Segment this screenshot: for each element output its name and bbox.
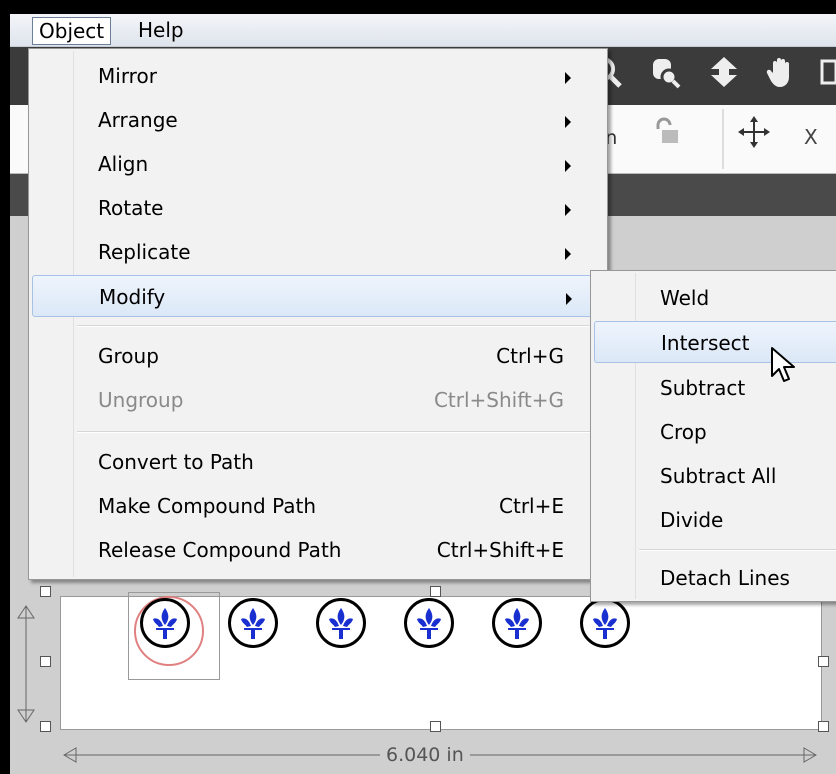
menu-item-arrange[interactable]: Arrange [32, 99, 602, 141]
menu-item-label: Align [98, 152, 149, 176]
submenu-arrow-icon [565, 204, 571, 216]
submenu-item-crop[interactable]: Crop [594, 411, 836, 453]
submenu-arrow-icon [565, 160, 571, 172]
menu-item-group[interactable]: Group Ctrl+G [32, 335, 602, 377]
submenu-item-weld[interactable]: Weld [594, 277, 836, 319]
submenu-item-detach-lines[interactable]: Detach Lines [594, 557, 836, 599]
move-arrows-icon[interactable] [734, 115, 774, 155]
menu-item-label: Mirror [98, 64, 157, 88]
resize-handle[interactable] [430, 586, 441, 597]
menu-item-label: Group [98, 344, 159, 368]
menu-shortcut: Ctrl+E [499, 494, 564, 518]
menu-item-replicate[interactable]: Replicate [32, 231, 602, 273]
submenu-arrow-icon [565, 248, 571, 260]
menu-item-align[interactable]: Align [32, 143, 602, 185]
resize-handle[interactable] [40, 721, 51, 732]
menu-item-label: Subtract All [660, 464, 777, 488]
menu-bar: Object Help [10, 14, 836, 47]
menu-item-modify[interactable]: Modify [32, 275, 602, 317]
menu-item-label: Divide [660, 508, 724, 532]
menu-item-label: Intersect [661, 331, 750, 355]
options-separator [722, 109, 724, 169]
menu-item-release-compound-path[interactable]: Release Compound Path Ctrl+Shift+E [32, 529, 602, 571]
menu-item-label: Subtract [660, 376, 746, 400]
submenu-item-subtract-all[interactable]: Subtract All [594, 455, 836, 497]
resize-handle[interactable] [430, 721, 441, 732]
menu-object[interactable]: Object [32, 17, 112, 45]
lock-icon[interactable] [650, 117, 684, 151]
menu-item-label: Release Compound Path [98, 538, 342, 562]
object-menu: Mirror Arrange Align Rotate Replicate Mo… [28, 48, 608, 580]
menu-item-label: Convert to Path [98, 450, 254, 474]
resize-handle[interactable] [818, 721, 829, 732]
menu-shortcut: Ctrl+Shift+E [436, 538, 564, 562]
application-window: Object Help in X 6.040 in Mirror Arrange… [10, 14, 836, 774]
menu-item-rotate[interactable]: Rotate [32, 187, 602, 229]
menu-shortcut: Ctrl+G [496, 344, 564, 368]
menu-item-label: Replicate [98, 240, 191, 264]
menu-separator [639, 549, 836, 551]
menu-item-ungroup[interactable]: Ungroup Ctrl+Shift+G [32, 379, 602, 421]
fleur-de-lis-icon[interactable] [316, 598, 366, 648]
menu-item-label: Arrange [98, 108, 178, 132]
fleur-de-lis-icon[interactable] [140, 598, 190, 648]
fleur-de-lis-icon[interactable] [404, 598, 454, 648]
menu-item-label: Weld [660, 286, 710, 310]
resize-handle[interactable] [40, 656, 51, 667]
submenu-arrow-icon [566, 293, 572, 305]
menu-item-label: Crop [660, 420, 707, 444]
mouse-pointer-icon [770, 346, 798, 386]
submenu-arrow-icon [565, 116, 571, 128]
menu-item-label: Detach Lines [660, 566, 790, 590]
width-dimension-label: 6.040 in [380, 744, 470, 766]
modify-submenu: Weld Intersect Subtract Crop Subtract Al… [590, 270, 836, 602]
resize-handle[interactable] [40, 586, 51, 597]
fleur-de-lis-icon[interactable] [580, 598, 630, 648]
pan-hand-icon[interactable] [762, 55, 802, 95]
menu-item-make-compound-path[interactable]: Make Compound Path Ctrl+E [32, 485, 602, 527]
zoom-fit-icon[interactable] [644, 55, 684, 95]
menu-separator [77, 431, 599, 433]
submenu-arrow-icon [565, 72, 571, 84]
x-position-label: X [804, 125, 818, 149]
menu-item-label: Modify [99, 285, 166, 309]
move-down-icon[interactable] [704, 55, 744, 95]
menu-shortcut: Ctrl+Shift+G [433, 388, 564, 412]
menu-separator [77, 325, 599, 327]
height-dimension-ruler [14, 604, 38, 724]
submenu-item-divide[interactable]: Divide [594, 499, 836, 541]
menu-item-label: Make Compound Path [98, 494, 316, 518]
submenu-item-subtract[interactable]: Subtract [594, 367, 836, 409]
fleur-de-lis-icon[interactable] [492, 598, 542, 648]
fleur-de-lis-icon[interactable] [228, 598, 278, 648]
document-icon[interactable] [820, 55, 836, 95]
resize-handle[interactable] [818, 656, 829, 667]
menu-item-label: Rotate [98, 196, 164, 220]
menu-item-label: Ungroup [98, 388, 184, 412]
menu-item-convert-to-path[interactable]: Convert to Path [32, 441, 602, 483]
submenu-item-intersect[interactable]: Intersect [594, 321, 836, 363]
menu-help[interactable]: Help [132, 17, 190, 43]
menu-item-mirror[interactable]: Mirror [32, 55, 602, 97]
